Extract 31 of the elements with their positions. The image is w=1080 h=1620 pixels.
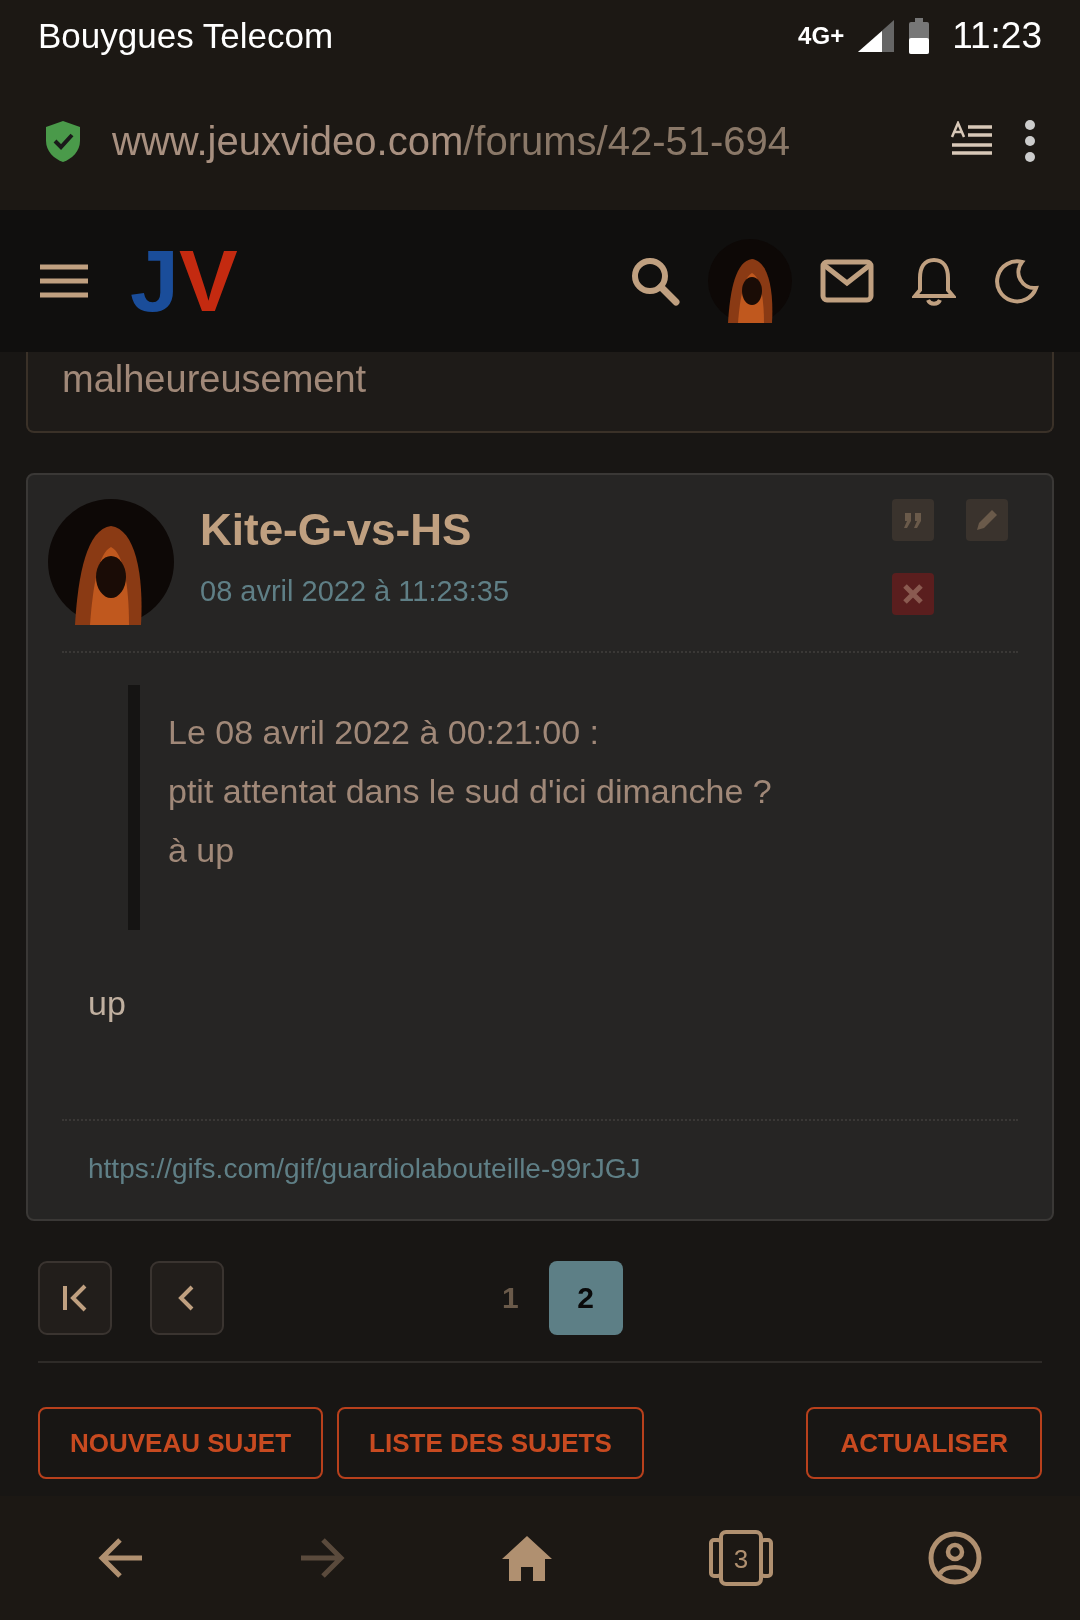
quote-text: à up bbox=[168, 831, 236, 870]
post-text: up bbox=[88, 984, 127, 1023]
first-page-icon[interactable] bbox=[38, 1261, 112, 1335]
page-link[interactable]: 1 bbox=[502, 1261, 519, 1335]
post-date[interactable]: 08 avril 2022 à 11:23:35 bbox=[200, 575, 866, 608]
menu-icon[interactable] bbox=[40, 263, 88, 299]
previous-page-icon[interactable] bbox=[150, 1261, 224, 1335]
quote-text: ptit attentat dans le sud d'ici dimanche ? bbox=[168, 772, 773, 811]
more-options-icon[interactable] bbox=[1024, 119, 1036, 163]
signal-icon bbox=[856, 18, 897, 54]
home-icon[interactable] bbox=[501, 1535, 553, 1581]
battery-icon bbox=[908, 18, 931, 54]
search-icon[interactable] bbox=[630, 256, 680, 306]
action-button[interactable]: ACTUALISER bbox=[806, 1407, 1042, 1479]
post-text: malheureusement bbox=[62, 358, 367, 400]
action-button[interactable]: NOUVEAU SUJET bbox=[38, 1407, 324, 1479]
shield-check-icon bbox=[44, 119, 82, 163]
site-logo[interactable]: JV bbox=[126, 230, 242, 332]
carrier-name: Bouygues Telecom bbox=[38, 16, 334, 56]
action-button[interactable]: LISTE DES SUJETS bbox=[337, 1407, 644, 1479]
page-link[interactable]: 2 bbox=[548, 1261, 623, 1335]
network-type: 4G+ bbox=[798, 22, 845, 50]
clock-time: 11:23 bbox=[952, 15, 1042, 57]
mail-icon[interactable] bbox=[820, 259, 874, 303]
account-icon[interactable] bbox=[928, 1531, 983, 1585]
signature-link[interactable]: https://gifs.com/gif/guardiolabouteille-99rJGJ bbox=[88, 1153, 1018, 1185]
author-name[interactable]: Kite-G-vs-HS bbox=[200, 505, 866, 555]
quote-header: Le 08 avril 2022 à 00:21:00 : bbox=[168, 713, 600, 752]
back-arrow-icon[interactable] bbox=[97, 1538, 144, 1578]
bell-icon[interactable] bbox=[912, 256, 956, 306]
moon-icon[interactable] bbox=[994, 258, 1040, 304]
